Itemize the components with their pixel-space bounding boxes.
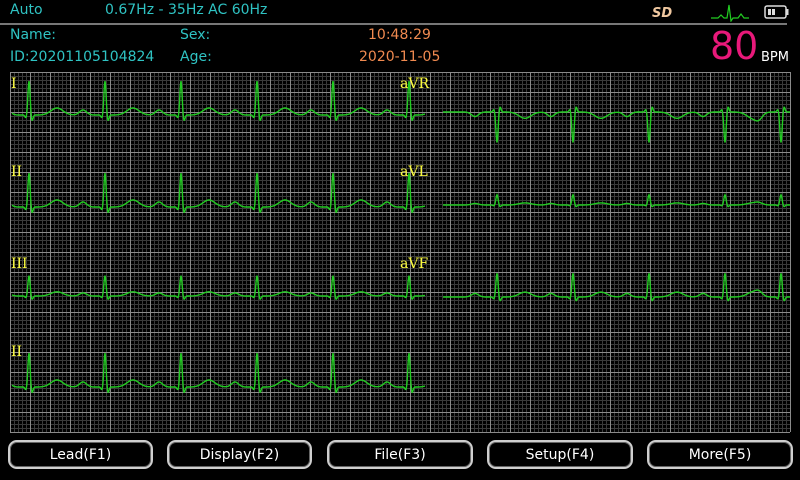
lead-label-II-rhythm: II <box>11 344 23 360</box>
file-button[interactable]: File(F3) <box>327 440 473 469</box>
setup-button[interactable]: Setup(F4) <box>487 440 633 469</box>
lead-label-III: III <box>11 256 28 272</box>
more-button[interactable]: More(F5) <box>647 440 793 469</box>
lead-label-I: I <box>11 76 17 92</box>
lead-button[interactable]: Lead(F1) <box>8 440 153 469</box>
lead-label-II: II <box>11 164 23 180</box>
ecg-grid <box>10 72 791 433</box>
lead-label-aVR: aVR <box>400 76 429 92</box>
display-button[interactable]: Display(F2) <box>167 440 312 469</box>
lead-label-aVL: aVL <box>400 164 428 180</box>
lead-label-aVF: aVF <box>400 256 429 272</box>
ecg-trace-aVF <box>443 273 790 302</box>
